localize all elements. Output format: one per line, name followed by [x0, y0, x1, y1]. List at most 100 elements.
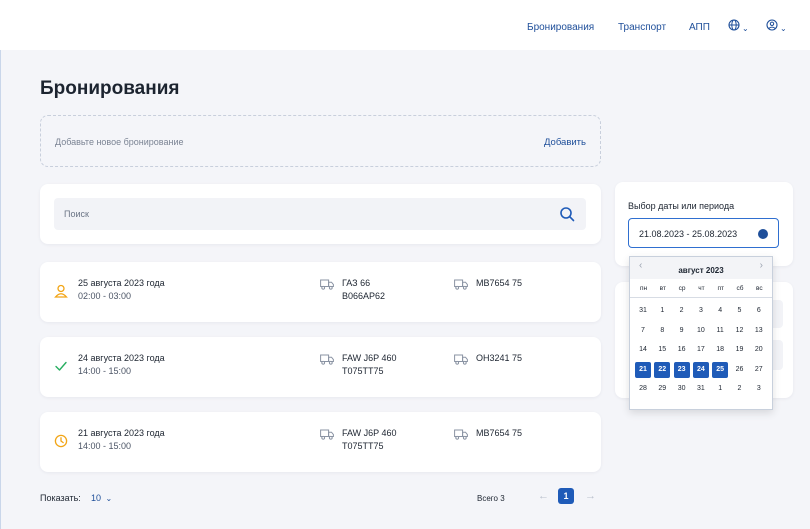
calendar-weekday: ср: [678, 285, 686, 292]
calendar-day[interactable]: 10: [693, 323, 709, 339]
calendar-divider: [630, 297, 772, 298]
nav-link-transport[interactable]: Транспорт: [618, 22, 666, 33]
calendar-day[interactable]: 2: [674, 303, 690, 319]
calendar-day[interactable]: 3: [751, 381, 767, 397]
calendar-weekday: пт: [717, 285, 724, 292]
calendar-day[interactable]: 14: [635, 342, 651, 358]
search-input[interactable]: Поиск: [54, 198, 586, 230]
date-filter-label: Выбор даты или периода: [628, 201, 735, 211]
page-size-select[interactable]: 10 ⌄: [91, 493, 112, 503]
calendar-day[interactable]: 29: [654, 381, 670, 397]
calendar-weekday: чт: [698, 285, 705, 292]
truck-icon: [320, 279, 334, 290]
calendar-day[interactable]: 5: [732, 303, 748, 319]
calendar-weekday: сб: [736, 285, 744, 292]
chevron-right-icon[interactable]: ›: [760, 260, 763, 271]
calendar-day[interactable]: 31: [693, 381, 709, 397]
vehicle-model: FAW J6P 460: [342, 428, 397, 438]
truck-icon: [454, 279, 468, 290]
search-icon[interactable]: [558, 205, 576, 223]
truck-icon: [320, 354, 334, 365]
trailer-plate: ОН3241 75: [476, 353, 523, 363]
vehicle-plate: В066АР62: [342, 291, 386, 301]
calendar-day[interactable]: 18: [712, 342, 728, 358]
calendar-day[interactable]: 3: [693, 303, 709, 319]
booking-date: 21 августа 2023 года: [78, 428, 165, 438]
add-booking-placeholder: Добавьте новое бронирование: [55, 137, 184, 147]
calendar-day[interactable]: 26: [732, 362, 748, 378]
calendar-day[interactable]: 21: [635, 361, 651, 378]
truck-icon: [454, 429, 468, 440]
calendar-day[interactable]: 11: [712, 323, 728, 339]
calendar-day[interactable]: 13: [751, 323, 767, 339]
nav-link-app[interactable]: АПП: [689, 22, 710, 33]
nav-link-bookings[interactable]: Бронирования: [527, 22, 594, 33]
calendar-day[interactable]: 20: [751, 342, 767, 358]
calendar-day[interactable]: 4: [712, 303, 728, 319]
calendar-day[interactable]: 16: [674, 342, 690, 358]
booking-row[interactable]: 24 августа 2023 года 14:00 - 15:00 FAW J…: [40, 337, 601, 397]
user-circle-icon: [766, 19, 778, 31]
calendar-day[interactable]: 2: [732, 381, 748, 397]
clock-icon: [54, 434, 68, 448]
booking-date: 25 августа 2023 года: [78, 278, 165, 288]
calendar-header: ‹ август 2023 ›: [630, 257, 772, 279]
page-size-label: Показать:: [40, 493, 81, 503]
calendar-weekday: пн: [639, 285, 648, 292]
calendar-day[interactable]: 19: [732, 342, 748, 358]
booking-time: 14:00 - 15:00: [78, 441, 132, 451]
prev-page-button[interactable]: ←: [538, 490, 549, 502]
booking-row[interactable]: 25 августа 2023 года 02:00 - 03:00 ГАЗ 6…: [40, 262, 601, 322]
calendar-day[interactable]: 6: [751, 303, 767, 319]
booking-row[interactable]: 21 августа 2023 года 14:00 - 15:00 FAW J…: [40, 412, 601, 472]
search-card: Поиск: [40, 184, 601, 244]
page-size-value: 10: [91, 493, 102, 503]
calendar-day[interactable]: 9: [674, 323, 690, 339]
calendar-popup: ‹ август 2023 › пн вт ср чт пт сб вс 31 1 2 3 4 5 6 7 8…: [629, 256, 773, 410]
calendar-month-label: август 2023: [678, 266, 724, 275]
language-selector[interactable]: ⌄: [728, 19, 749, 34]
calendar-day[interactable]: 30: [674, 381, 690, 397]
vehicle-plate: Т075ТТ75: [342, 441, 384, 451]
date-range-value: 21.08.2023 - 25.08.2023: [639, 229, 738, 239]
booking-time: 14:00 - 15:00: [78, 366, 132, 376]
add-booking-button[interactable]: Добавить: [544, 137, 586, 148]
vehicle-plate: Т075ТТ75: [342, 366, 384, 376]
calendar-day[interactable]: 8: [654, 323, 670, 339]
chevron-down-icon: ⌄: [780, 24, 787, 33]
truck-icon: [454, 354, 468, 365]
user-icon: [54, 284, 68, 298]
trailer-plate: МВ7654 75: [476, 278, 523, 288]
calendar-day[interactable]: 31: [635, 303, 651, 319]
booking-time: 02:00 - 03:00: [78, 291, 132, 301]
current-page-button[interactable]: 1: [558, 488, 574, 504]
total-count: Всего 3: [477, 494, 505, 503]
calendar-day[interactable]: 12: [732, 323, 748, 339]
calendar-day[interactable]: 1: [654, 303, 670, 319]
search-placeholder: Поиск: [64, 209, 89, 219]
booking-date: 24 августа 2023 года: [78, 353, 165, 363]
calendar-day[interactable]: 27: [751, 362, 767, 378]
calendar-day[interactable]: 22: [654, 361, 671, 378]
user-menu[interactable]: ⌄: [766, 19, 787, 34]
date-range-input[interactable]: 21.08.2023 - 25.08.2023: [628, 218, 779, 248]
calendar-day[interactable]: 1: [712, 381, 728, 397]
next-page-button[interactable]: →: [585, 490, 596, 502]
truck-icon: [320, 429, 334, 440]
calendar-day[interactable]: 17: [693, 342, 709, 358]
chevron-down-icon: ⌄: [105, 494, 113, 503]
calendar-day[interactable]: 7: [635, 323, 651, 339]
trailer-plate: МВ7654 75: [476, 428, 523, 438]
calendar-icon[interactable]: [758, 229, 768, 239]
calendar-day[interactable]: 23: [673, 361, 690, 378]
calendar-day[interactable]: 24: [692, 361, 709, 378]
page-title: Бронирования: [40, 78, 180, 99]
calendar-weekday: вт: [659, 285, 666, 292]
top-navbar: Бронирования Транспорт АПП ⌄ ⌄: [0, 0, 810, 50]
vehicle-model: ГАЗ 66: [342, 278, 371, 288]
calendar-day[interactable]: 25: [712, 361, 729, 378]
check-icon: [55, 361, 67, 371]
chevron-down-icon: ⌄: [742, 24, 749, 33]
calendar-day[interactable]: 15: [654, 342, 670, 358]
calendar-day[interactable]: 28: [635, 381, 651, 397]
